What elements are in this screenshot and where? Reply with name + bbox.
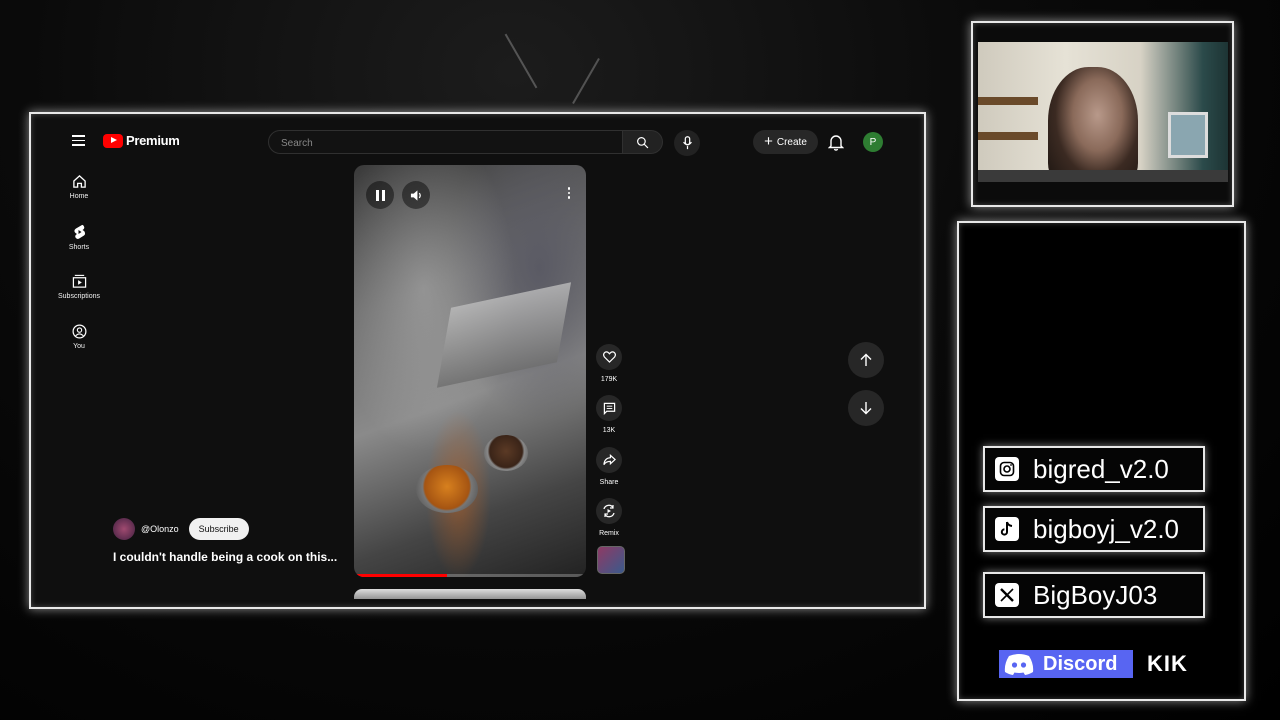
tiktok-handle: bigboyj_v2.0: [1033, 513, 1179, 544]
nav-label: Shorts: [68, 244, 90, 251]
previous-short-button[interactable]: [848, 342, 884, 378]
like-icon: [602, 351, 616, 363]
youtube-play-icon: [103, 133, 123, 148]
webcam-picture-frame: [1168, 112, 1208, 158]
top-bar: Premium + Create P: [39, 122, 916, 162]
search-box: [268, 130, 623, 155]
browser-window: Premium + Create P Home Short: [29, 112, 926, 609]
hamburger-menu-icon[interactable]: [72, 135, 85, 146]
nav-label: Subscriptions: [57, 293, 101, 300]
voice-search-button[interactable]: [674, 130, 700, 156]
you-icon: [72, 324, 86, 339]
short-title[interactable]: I couldn't handle being a cook on this..…: [113, 550, 337, 564]
comment-count: 13K: [602, 427, 616, 434]
arrow-down-icon: [860, 402, 872, 415]
nav-label: Home: [69, 193, 89, 200]
like-button[interactable]: 179K: [594, 344, 624, 383]
nav-item-you[interactable]: You: [57, 324, 101, 350]
youtube-page: Premium + Create P Home Short: [39, 122, 916, 599]
search-input[interactable]: [269, 131, 583, 155]
remix-button[interactable]: Remix: [594, 498, 624, 537]
pause-icon: [375, 189, 385, 201]
create-button[interactable]: + Create: [753, 130, 818, 154]
channel-row: @Olonzo Subscribe: [113, 518, 249, 540]
search-icon: [637, 136, 649, 148]
arrow-up-icon: [860, 353, 872, 366]
webcam-feed: [978, 42, 1228, 182]
share-label: Share: [599, 479, 619, 486]
nav-label: You: [73, 343, 85, 350]
channel-name[interactable]: @Olonzo: [141, 524, 179, 534]
nav-item-shorts[interactable]: Shorts: [57, 224, 101, 251]
shorts-icon: [73, 224, 85, 240]
like-count: 179K: [600, 376, 618, 383]
video-frame-pot: [416, 465, 478, 513]
social-x: BigBoyJ03: [983, 572, 1205, 618]
social-instagram: bigred_v2.0: [983, 446, 1205, 492]
discord-label: Discord: [1043, 652, 1118, 675]
create-label: Create: [776, 136, 807, 148]
streamer: [1048, 67, 1138, 182]
nav-item-home[interactable]: Home: [57, 174, 101, 200]
video-progress-fill: [354, 574, 447, 577]
next-short-button[interactable]: [848, 390, 884, 426]
channel-avatar[interactable]: [113, 518, 135, 540]
remix-icon: [603, 504, 615, 518]
home-icon: [72, 174, 86, 188]
comments-button[interactable]: 13K: [594, 395, 624, 434]
webcam-frame: [971, 21, 1234, 207]
decorative-hex-line: [504, 33, 538, 89]
pause-button[interactable]: [366, 181, 394, 209]
x-handle: BigBoyJ03: [1033, 579, 1158, 610]
account-avatar[interactable]: P: [863, 132, 883, 152]
discord-badge: Discord: [999, 650, 1133, 678]
discord-icon: [1004, 654, 1034, 675]
microphone-icon: [682, 136, 692, 150]
sound-thumbnail[interactable]: [597, 546, 625, 574]
more-options-icon[interactable]: [567, 187, 570, 199]
next-short-preview[interactable]: [354, 589, 586, 599]
subscribe-button[interactable]: Subscribe: [188, 518, 249, 540]
share-icon: [602, 454, 616, 466]
logo-text: Premium: [126, 133, 180, 148]
tiktok-icon: [995, 517, 1019, 541]
video-progress-bar[interactable]: [354, 574, 586, 577]
youtube-logo[interactable]: Premium: [103, 133, 180, 148]
social-tiktok: bigboyj_v2.0: [983, 506, 1205, 552]
kik-logo: KIK: [1147, 651, 1188, 676]
webcam-desk: [978, 170, 1228, 182]
volume-icon: [410, 189, 421, 201]
video-frame-pot: [484, 435, 528, 471]
remix-label: Remix: [599, 530, 619, 537]
share-button[interactable]: Share: [594, 447, 624, 486]
discord-kik-row: Discord KIK: [999, 650, 1188, 678]
comment-icon: [603, 402, 615, 415]
plus-icon: +: [764, 133, 773, 150]
decorative-hex-line: [572, 57, 600, 105]
nav-item-subscriptions[interactable]: Subscriptions: [57, 274, 101, 300]
search-button[interactable]: [623, 130, 663, 154]
webcam-shelf: [978, 132, 1038, 140]
subscriptions-icon: [72, 274, 86, 288]
short-video-player[interactable]: [354, 165, 586, 577]
webcam-shelf: [978, 97, 1038, 105]
instagram-icon: [995, 457, 1019, 481]
volume-button[interactable]: [402, 181, 430, 209]
video-frame-fryer: [436, 282, 572, 388]
instagram-handle: bigred_v2.0: [1033, 453, 1169, 484]
x-icon: [995, 583, 1019, 607]
notifications-bell-icon[interactable]: [828, 133, 844, 151]
